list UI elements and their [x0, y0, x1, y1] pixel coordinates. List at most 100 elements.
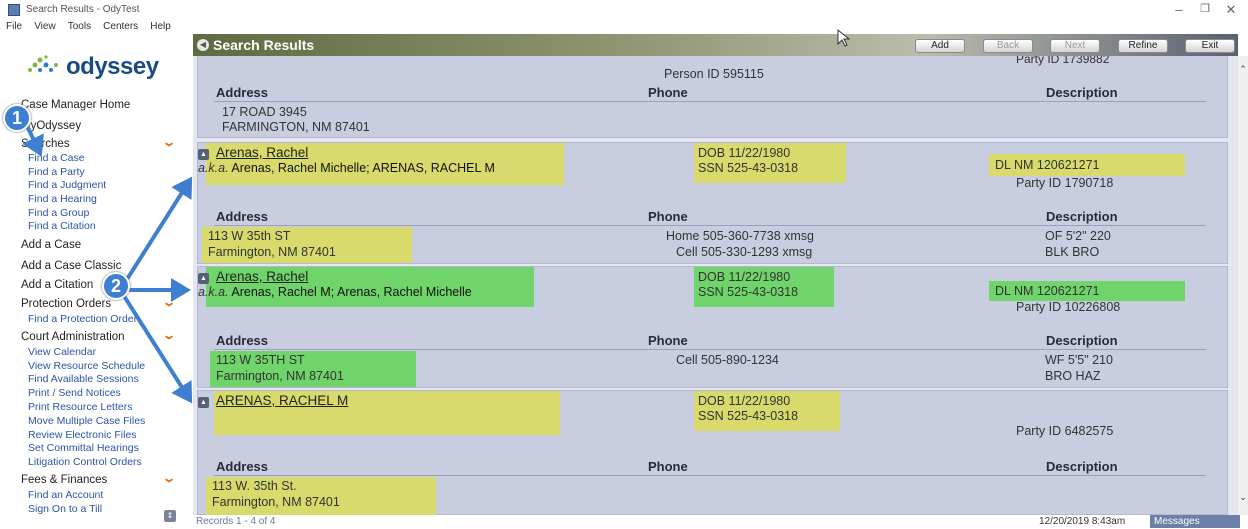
link-find-account[interactable]: Find an Account [28, 489, 103, 501]
party-name-link[interactable]: ARENAS, RACHEL M [216, 393, 348, 408]
address-line: Farmington, NM 87401 [208, 245, 336, 259]
status-bar: Records 1 - 4 of 4 12/20/2019 8:43am Mes… [193, 515, 1248, 529]
party-id: Party ID 1790718 [1016, 176, 1114, 190]
phone-line: Home 505-360-7738 xmsg [666, 229, 814, 243]
phone-header: Phone [648, 333, 688, 348]
status-datetime: 12/20/2019 8:43am [1039, 516, 1126, 527]
address-line: Farmington, NM 87401 [216, 369, 344, 383]
link-move-multiple-case-files[interactable]: Move Multiple Case Files [28, 415, 145, 427]
link-sign-on-till[interactable]: Sign On to a Till [28, 503, 102, 515]
results-header: ◀ Search Results Add Back Next Refine Ex… [193, 34, 1238, 56]
phone-line: Cell 505-890-1234 [676, 353, 779, 367]
chevron-down-icon[interactable]: ⌄ [162, 471, 176, 485]
drivers-license: DL NM 120621271 [995, 158, 1100, 172]
link-set-committal-hearings[interactable]: Set Committal Hearings [28, 442, 139, 454]
expand-icon[interactable]: ▲ [198, 397, 209, 408]
phone-header: Phone [648, 459, 688, 474]
vertical-scrollbar[interactable]: ⌃ ⌄ [1238, 56, 1248, 515]
description-header: Description [1046, 333, 1118, 348]
link-print-resource-letters[interactable]: Print Resource Letters [28, 401, 132, 413]
nav-add-citation[interactable]: Add a Citation [21, 279, 93, 291]
link-find-protection-order[interactable]: Find a Protection Order [28, 313, 137, 325]
link-view-resource-schedule[interactable]: View Resource Schedule [28, 360, 145, 372]
exit-button[interactable]: Exit [1185, 39, 1235, 53]
link-find-group[interactable]: Find a Group [28, 207, 89, 219]
nav-add-case[interactable]: Add a Case [21, 239, 81, 251]
description-line: OF 5'2" 220 [1045, 229, 1111, 243]
description-line: BRO HAZ [1045, 369, 1101, 383]
window-titlebar: Search Results - OdyTest – ❐ ✕ [0, 0, 1248, 20]
ssn: SSN 525-43-0318 [698, 409, 799, 423]
result-card: ▲ Arenas, Rachel a.k.a. Arenas, Rachel M… [197, 266, 1228, 388]
scroll-down-icon[interactable]: ⌄ [1238, 492, 1248, 503]
nav-fees-finances[interactable]: Fees & Finances [21, 474, 107, 486]
party-id: Party ID 1739882 [1016, 56, 1110, 66]
ssn: SSN 525-43-0318 [698, 161, 799, 175]
link-review-electronic-files[interactable]: Review Electronic Files [28, 429, 137, 441]
sidebar-toggle-icon[interactable]: ⇕ [164, 510, 176, 522]
menu-file[interactable]: File [6, 21, 22, 32]
menu-view[interactable]: View [34, 21, 56, 32]
odyssey-logo: odyssey [26, 53, 159, 84]
dob: DOB 11/22/1980 [698, 146, 791, 160]
nav-add-case-classic[interactable]: Add a Case Classic [21, 260, 121, 272]
party-name-link[interactable]: Arenas, Rachel [216, 145, 308, 160]
menu-help[interactable]: Help [150, 21, 171, 32]
party-name-link[interactable]: Arenas, Rachel [216, 269, 308, 284]
address-header: Address [216, 333, 269, 348]
link-find-judgment[interactable]: Find a Judgment [28, 179, 106, 191]
nav-protection-orders[interactable]: Protection Orders [21, 298, 111, 310]
expand-icon[interactable]: ▲ [198, 149, 209, 160]
minimize-icon[interactable]: – [1170, 2, 1188, 17]
aka-label: a.k.a. [198, 161, 229, 175]
results-panel: Party ID 1739882 Person ID 595115 Addres… [193, 56, 1238, 515]
link-find-case[interactable]: Find a Case [28, 152, 85, 164]
phone-line: Cell 505-330-1293 xmsg [676, 245, 813, 259]
close-icon[interactable]: ✕ [1222, 2, 1240, 18]
dob: DOB 11/22/1980 [698, 394, 791, 408]
link-print-send-notices[interactable]: Print / Send Notices [28, 387, 121, 399]
address-header: Address [216, 209, 269, 224]
menu-centers[interactable]: Centers [103, 21, 138, 32]
menu-tools[interactable]: Tools [68, 21, 91, 32]
chevron-down-icon[interactable]: ⌄ [162, 295, 176, 309]
chevron-down-icon[interactable]: ⌄ [162, 328, 176, 342]
divider [214, 225, 1206, 226]
link-view-calendar[interactable]: View Calendar [28, 346, 96, 358]
link-find-hearing[interactable]: Find a Hearing [28, 193, 97, 205]
collapse-circle-icon[interactable]: ◀ [197, 39, 209, 51]
dob: DOB 11/22/1980 [698, 270, 791, 284]
odyssey-logo-icon [28, 55, 58, 72]
next-button[interactable]: Next [1050, 39, 1100, 53]
link-find-citation[interactable]: Find a Citation [28, 220, 96, 232]
messages-button[interactable]: Messages [1150, 515, 1240, 528]
link-find-party[interactable]: Find a Party [28, 166, 85, 178]
chevron-down-icon[interactable]: ⌄ [162, 135, 176, 149]
restore-icon[interactable]: ❐ [1196, 2, 1214, 15]
aka-names: Arenas, Rachel Michelle; ARENAS, RACHEL … [231, 161, 495, 175]
description-line: WF 5'5" 210 [1045, 353, 1113, 367]
nav-case-manager-home[interactable]: Case Manager Home [21, 99, 130, 111]
expand-icon[interactable]: ▲ [198, 273, 209, 284]
app-icon [8, 4, 20, 16]
address-header: Address [216, 459, 269, 474]
address-header: Address [216, 85, 269, 100]
nav-court-administration[interactable]: Court Administration [21, 331, 125, 343]
window-title: Search Results - OdyTest [26, 4, 140, 15]
link-find-available-sessions[interactable]: Find Available Sessions [28, 373, 139, 385]
annotation-badge-2: 2 [102, 272, 130, 300]
menu-bar: File View Tools Centers Help [0, 20, 230, 34]
link-litigation-control-orders[interactable]: Litigation Control Orders [28, 456, 142, 468]
aka-label: a.k.a. [198, 285, 229, 299]
back-button[interactable]: Back [983, 39, 1033, 53]
party-id: Party ID 10226808 [1016, 300, 1121, 314]
result-card: Party ID 1739882 Person ID 595115 Addres… [197, 56, 1228, 138]
description-header: Description [1046, 209, 1118, 224]
logo-text: odyssey [66, 53, 159, 80]
person-id: Person ID 595115 [664, 67, 764, 81]
scroll-up-icon[interactable]: ⌃ [1238, 64, 1248, 75]
result-card: ▲ Arenas, Rachel a.k.a. Arenas, Rachel M… [197, 142, 1228, 264]
refine-button[interactable]: Refine [1118, 39, 1168, 53]
nav-searches[interactable]: Searches [21, 138, 70, 150]
add-button[interactable]: Add [915, 39, 965, 53]
